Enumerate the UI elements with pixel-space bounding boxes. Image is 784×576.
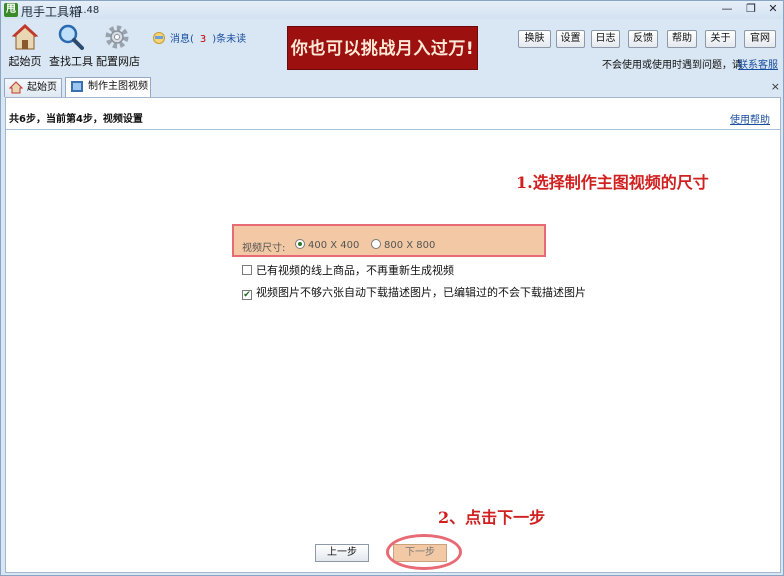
tab-strip: 起始页 制作主图视频 × (1, 77, 783, 97)
app-version: 1.48 (77, 5, 100, 16)
steps-bar: 共6步，当前第4步，视频设置 使用帮助 (6, 98, 780, 130)
size-option-800-label: 800 X 800 (384, 240, 436, 251)
size-option-400[interactable]: 400 X 400 (295, 239, 359, 251)
checkbox-unchecked-icon (242, 265, 252, 275)
prev-step-button[interactable]: 上一步 (315, 544, 369, 562)
home-button[interactable]: 起始页 (7, 23, 43, 69)
radio-unselected-icon (371, 239, 381, 249)
step-indicator: 共6步，当前第4步，视频设置 (9, 114, 143, 125)
messages-link[interactable]: 消息( 3 )条未读 (152, 30, 246, 45)
title-bar: 甩 甩手工具箱 1.48 — ❐ ✕ (1, 1, 783, 19)
film-icon (71, 81, 83, 92)
video-size-label: 视频尺寸: (242, 243, 286, 254)
minimize-icon[interactable]: — (717, 2, 737, 16)
help-button[interactable]: 帮助 (667, 30, 697, 48)
house-icon (11, 24, 39, 50)
app-window: 甩 甩手工具箱 1.48 — ❐ ✕ 起始页 查找工具 配置网店 消息(3)… (0, 0, 784, 576)
tab-make-video-label: 制作主图视频 (88, 81, 148, 92)
wizard-panel: 共6步，当前第4步，视频设置 使用帮助 1.选择制作主图视频的尺寸 视频尺寸: … (5, 97, 781, 573)
config-shop-button[interactable]: 配置网店 (96, 23, 140, 69)
radio-selected-icon (295, 239, 305, 249)
size-option-800[interactable]: 800 X 800 (371, 239, 435, 251)
restore-icon[interactable]: ❐ (741, 2, 761, 16)
message-icon (153, 32, 165, 44)
annotation-step2: 2、点击下一步 (438, 508, 546, 527)
about-button[interactable]: 关于 (705, 30, 736, 48)
settings-button[interactable]: 设置 (556, 30, 585, 48)
log-button[interactable]: 日志 (591, 30, 620, 48)
tab-home[interactable]: 起始页 (4, 78, 62, 97)
next-step-highlight (386, 534, 462, 570)
auto-download-images-checkbox[interactable]: ✔ 视频图片不够六张自动下载描述图片，已编辑过的不会下载描述图片 (242, 284, 586, 300)
website-button[interactable]: 官网 (744, 30, 776, 48)
messages-prefix: 消息( (170, 34, 194, 45)
home-label: 起始页 (8, 55, 42, 68)
annotation-step1: 1.选择制作主图视频的尺寸 (516, 173, 709, 192)
close-tab-icon[interactable]: × (771, 80, 780, 93)
messages-suffix: )条未读 (212, 34, 247, 45)
house-icon (9, 81, 23, 94)
checkbox-checked-icon: ✔ (242, 290, 252, 300)
usage-help-link[interactable]: 使用帮助 (730, 111, 770, 126)
contact-support-link[interactable]: 联系客服 (738, 56, 778, 71)
video-size-group: 视频尺寸: 400 X 400 800 X 800 (232, 224, 546, 257)
support-text: 不会使用或使用时遇到问题，请 (602, 60, 742, 71)
tab-home-label: 起始页 (27, 82, 57, 93)
app-logo-icon: 甩 (4, 3, 18, 17)
size-option-400-label: 400 X 400 (308, 240, 360, 251)
gear-icon (105, 25, 129, 49)
feedback-button[interactable]: 反馈 (628, 30, 658, 48)
find-tools-button[interactable]: 查找工具 (49, 23, 93, 69)
promo-banner[interactable]: 你也可以挑战月入过万! (287, 26, 478, 70)
magnifier-icon (58, 24, 84, 50)
app-title: 甩手工具箱 (21, 5, 82, 19)
messages-count: 3 (199, 34, 207, 45)
skip-existing-video-label: 已有视频的线上商品，不再重新生成视频 (256, 264, 454, 277)
auto-download-images-label: 视频图片不够六张自动下载描述图片，已编辑过的不会下载描述图片 (256, 286, 586, 299)
skip-existing-video-checkbox[interactable]: 已有视频的线上商品，不再重新生成视频 (242, 262, 454, 278)
tab-make-video[interactable]: 制作主图视频 (65, 77, 151, 97)
config-shop-label: 配置网店 (96, 55, 140, 68)
skin-button[interactable]: 换肤 (518, 30, 551, 48)
find-tools-label: 查找工具 (49, 55, 93, 68)
close-icon[interactable]: ✕ (763, 2, 783, 16)
